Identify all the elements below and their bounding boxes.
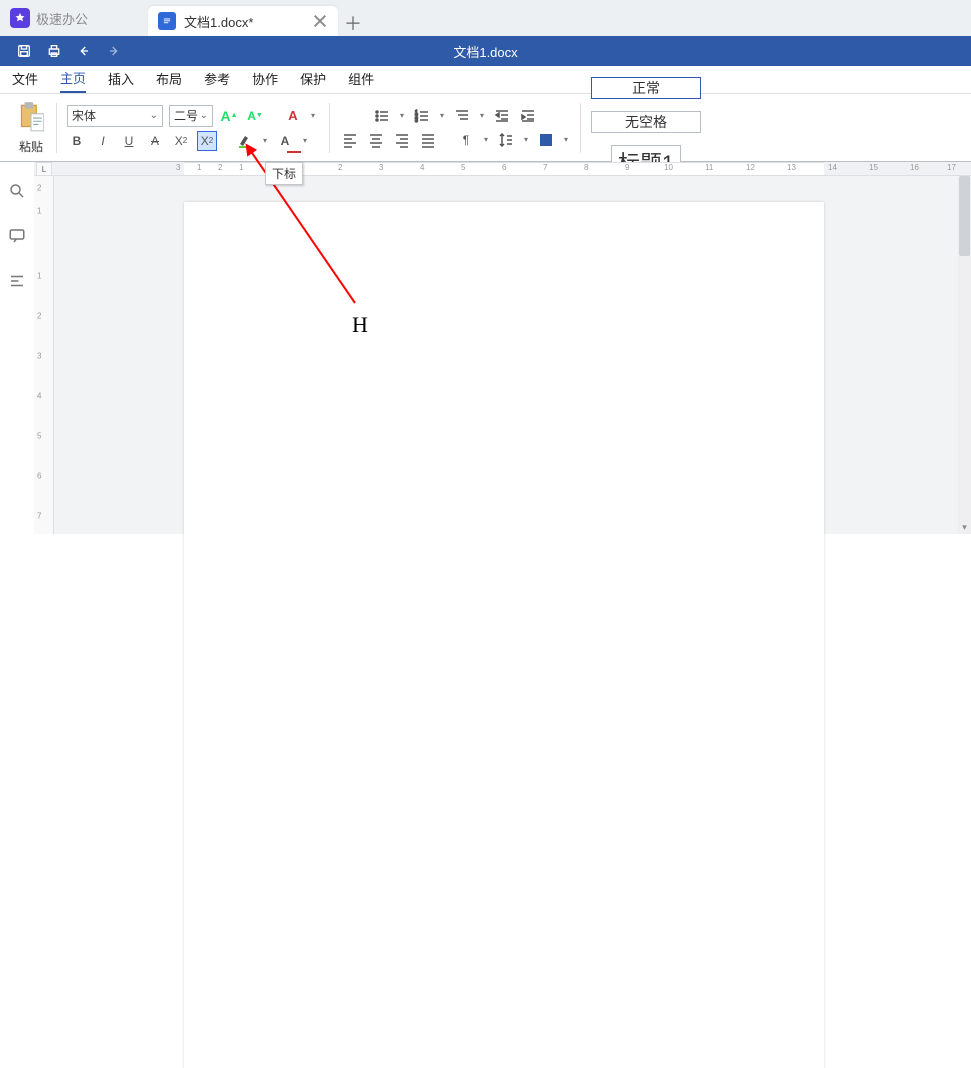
align-left-button[interactable] xyxy=(340,130,360,150)
chevron-down-icon: ▾ xyxy=(562,135,570,144)
chevron-down-icon: ▾ xyxy=(438,111,446,120)
subscript-tooltip: 下标 xyxy=(265,162,303,185)
chevron-down-icon: ▾ xyxy=(522,135,530,144)
add-tab-button[interactable]: ＋ xyxy=(338,10,368,36)
menu-file[interactable]: 文件 xyxy=(12,66,38,93)
numbered-list-button[interactable]: 123 xyxy=(412,106,432,126)
close-icon[interactable] xyxy=(312,13,328,29)
document-page[interactable] xyxy=(184,202,824,1068)
increase-indent-button[interactable] xyxy=(518,106,538,126)
comments-icon[interactable] xyxy=(8,227,26,248)
chevron-down-icon: ▾ xyxy=(478,111,486,120)
align-right-button[interactable] xyxy=(392,130,412,150)
window-title: 文档1.docx xyxy=(453,42,517,61)
style-no-spacing[interactable]: 无空格 xyxy=(591,111,701,133)
chevron-down-icon: ▾ xyxy=(482,135,490,144)
tab-label: 文档1.docx* xyxy=(184,12,304,31)
chevron-down-icon: ▾ xyxy=(398,111,406,120)
search-icon[interactable] xyxy=(8,182,26,203)
horizontal-ruler[interactable]: L 3 1 2 1 1 2 3 4 5 6 7 8 9 10 11 12 13 … xyxy=(34,162,971,176)
underline-button[interactable]: U xyxy=(119,131,139,151)
line-spacing-button[interactable] xyxy=(496,130,516,150)
app-logo: 极速办公 xyxy=(0,0,98,36)
scroll-thumb[interactable] xyxy=(959,176,970,256)
font-family-select[interactable]: 宋体 ⌄ xyxy=(67,105,163,127)
align-center-button[interactable] xyxy=(366,130,386,150)
paragraph-group: ▾ 123 ▾ ▾ ¶ ▾ ▾ ▾ xyxy=(334,94,576,161)
menu-bar: 文件 主页 插入 布局 参考 协作 保护 组件 xyxy=(0,66,971,94)
redo-button[interactable] xyxy=(100,38,128,64)
save-button[interactable] xyxy=(10,38,38,64)
document-tab[interactable]: 文档1.docx* xyxy=(148,6,338,36)
font-size-value: 二号 xyxy=(174,107,198,124)
chevron-down-icon: ▾ xyxy=(309,111,317,120)
side-panel xyxy=(0,162,34,534)
workspace: L 3 1 2 1 1 2 3 4 5 6 7 8 9 10 11 12 13 … xyxy=(0,162,971,534)
ribbon: 粘贴 宋体 ⌄ 二号 ⌄ A▲ A▼ A ▾ B I U A X2 X2 xyxy=(0,94,971,162)
document-icon xyxy=(158,12,176,30)
shading-button[interactable] xyxy=(536,130,556,150)
separator-icon xyxy=(329,103,330,153)
ruler-corner: L xyxy=(36,162,52,176)
separator-icon xyxy=(56,103,57,153)
font-color-button[interactable]: A xyxy=(275,131,295,151)
multilevel-list-button[interactable] xyxy=(452,106,472,126)
font-family-value: 宋体 xyxy=(72,107,96,124)
subscript-button[interactable]: X2 xyxy=(197,131,217,151)
quick-access-bar: 文档1.docx xyxy=(0,36,971,66)
menu-references[interactable]: 参考 xyxy=(204,66,230,93)
italic-button[interactable]: I xyxy=(93,131,113,151)
show-marks-button[interactable]: ¶ xyxy=(456,130,476,150)
decrease-font-button[interactable]: A▼ xyxy=(245,106,265,126)
title-bar: 极速办公 文档1.docx* ＋ xyxy=(0,0,971,36)
clipboard-group: 粘贴 xyxy=(10,94,52,161)
align-justify-button[interactable] xyxy=(418,130,438,150)
menu-addins[interactable]: 组件 xyxy=(348,66,374,93)
headings-icon[interactable] xyxy=(8,272,26,293)
chevron-down-icon: ⌄ xyxy=(200,110,208,121)
separator-icon xyxy=(580,103,581,153)
menu-insert[interactable]: 插入 xyxy=(108,66,134,93)
menu-protect[interactable]: 保护 xyxy=(300,66,326,93)
chevron-down-icon: ▾ xyxy=(261,136,269,145)
superscript-button[interactable]: X2 xyxy=(171,131,191,151)
vertical-ruler[interactable]: 2 1 1 2 3 4 5 6 7 xyxy=(34,176,54,534)
rocket-icon xyxy=(10,8,30,28)
document-body-text[interactable]: H xyxy=(352,312,368,338)
font-group: 宋体 ⌄ 二号 ⌄ A▲ A▼ A ▾ B I U A X2 X2 ▾ A ▾ xyxy=(61,94,325,161)
chevron-down-icon: ▾ xyxy=(301,136,309,145)
chevron-down-icon: ⌄ xyxy=(150,110,158,121)
bulleted-list-button[interactable] xyxy=(372,106,392,126)
canvas-area: L 3 1 2 1 1 2 3 4 5 6 7 8 9 10 11 12 13 … xyxy=(34,162,971,534)
menu-home[interactable]: 主页 xyxy=(60,66,86,93)
bold-button[interactable]: B xyxy=(67,131,87,151)
font-size-select[interactable]: 二号 ⌄ xyxy=(169,105,213,127)
scroll-down-icon[interactable]: ▾ xyxy=(958,521,971,534)
style-normal[interactable]: 正常 xyxy=(591,77,701,99)
menu-collab[interactable]: 协作 xyxy=(252,66,278,93)
decrease-indent-button[interactable] xyxy=(492,106,512,126)
paste-label: 粘贴 xyxy=(19,138,43,155)
undo-button[interactable] xyxy=(70,38,98,64)
paste-button[interactable] xyxy=(18,101,44,136)
menu-layout[interactable]: 布局 xyxy=(156,66,182,93)
change-case-button[interactable]: A xyxy=(283,106,303,126)
highlight-color-button[interactable] xyxy=(235,131,255,151)
strikethrough-button[interactable]: A xyxy=(145,131,165,151)
document-tabs: 文档1.docx* ＋ xyxy=(148,0,368,36)
print-button[interactable] xyxy=(40,38,68,64)
svg-text:3: 3 xyxy=(415,118,418,124)
increase-font-button[interactable]: A▲ xyxy=(219,106,239,126)
styles-gallery: 正常 无空格 标题1 xyxy=(585,94,707,161)
vertical-scrollbar[interactable]: ▾ xyxy=(958,176,971,534)
app-name: 极速办公 xyxy=(36,9,88,28)
